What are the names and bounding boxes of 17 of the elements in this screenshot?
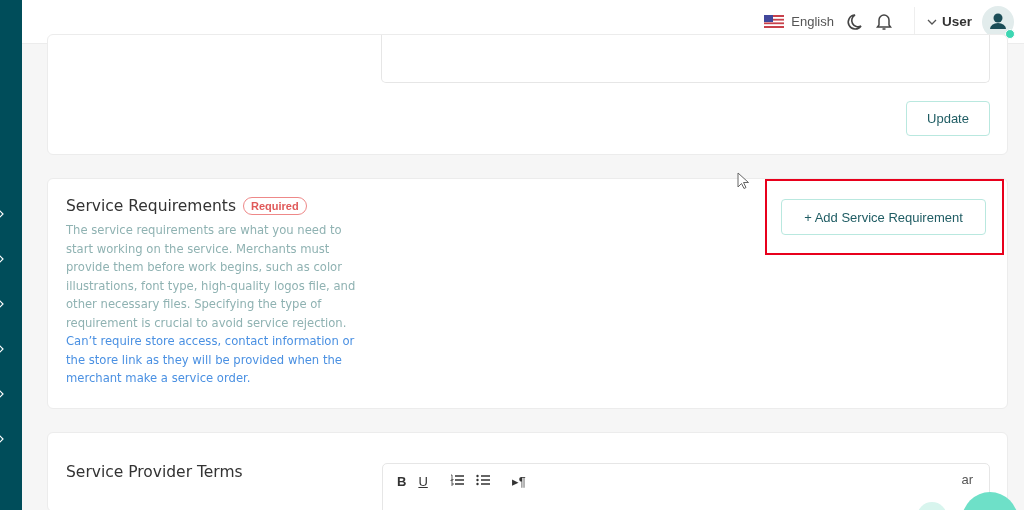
description-text: The service requirements are what you need to start working on the service. Merchants must provide them before work begins, such as color illustrations, font type, high-quality logos file, and other necessary files. Specifying the type of requirement is crucial to avoid service rejection. (66, 222, 357, 332)
note-text: Can’t require store access, contact information or the store link as they will be provided when the merchant make a service order. (66, 333, 356, 387)
update-button[interactable]: Update (906, 101, 990, 136)
text-direction-button[interactable]: ▸¶ (507, 472, 530, 490)
user-menu[interactable]: User (926, 14, 972, 29)
add-requirement-button[interactable]: + Add Service Requirement (781, 199, 986, 235)
chevron-down-icon (926, 18, 937, 25)
moon-icon[interactable] (845, 12, 862, 31)
bell-icon[interactable] (875, 12, 892, 31)
avatar[interactable] (982, 5, 1014, 38)
bold-button[interactable]: B (393, 472, 411, 490)
language-label: ar (961, 472, 973, 489)
section-title: Service Requirements (66, 197, 236, 215)
section-title: Service Provider Terms (66, 463, 243, 481)
underline-button[interactable]: U (414, 472, 432, 490)
language-selector[interactable]: English (764, 14, 834, 29)
flag-icon (764, 15, 785, 28)
